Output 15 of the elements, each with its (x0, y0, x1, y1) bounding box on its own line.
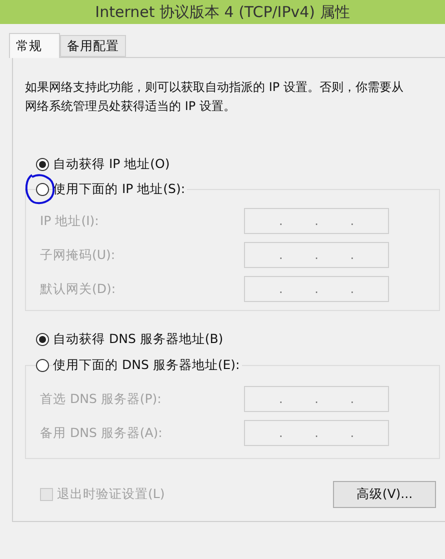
field-label: IP 地址(I): (40, 212, 100, 230)
radio-button[interactable] (36, 158, 49, 170)
field-label: 首选 DNS 服务器(P): (40, 390, 162, 408)
field-label: 子网掩码(U): (40, 246, 116, 264)
tab[interactable]: 常规 (9, 33, 60, 58)
radio-button[interactable] (36, 332, 49, 346)
description-text: 如果网络支持此功能，则可以获取自动指派的 IP 设置。否则，你需要从网络系统管理员处获得适当的 IP 设置。 (25, 79, 404, 115)
field-label: 默认网关(D): (40, 280, 117, 298)
checkbox-label: 退出时验证设置(L) (57, 485, 165, 504)
radio-button[interactable] (36, 358, 49, 372)
field-label: 备用 DNS 服务器(A): (40, 424, 164, 442)
advanced-button[interactable]: 高级(V)... (333, 481, 436, 508)
tab[interactable]: 备用配置 (60, 35, 126, 57)
window-title: Internet 协议版本 4 (TCP/IPv4) 属性 (95, 2, 350, 23)
radio-button[interactable] (36, 182, 49, 196)
